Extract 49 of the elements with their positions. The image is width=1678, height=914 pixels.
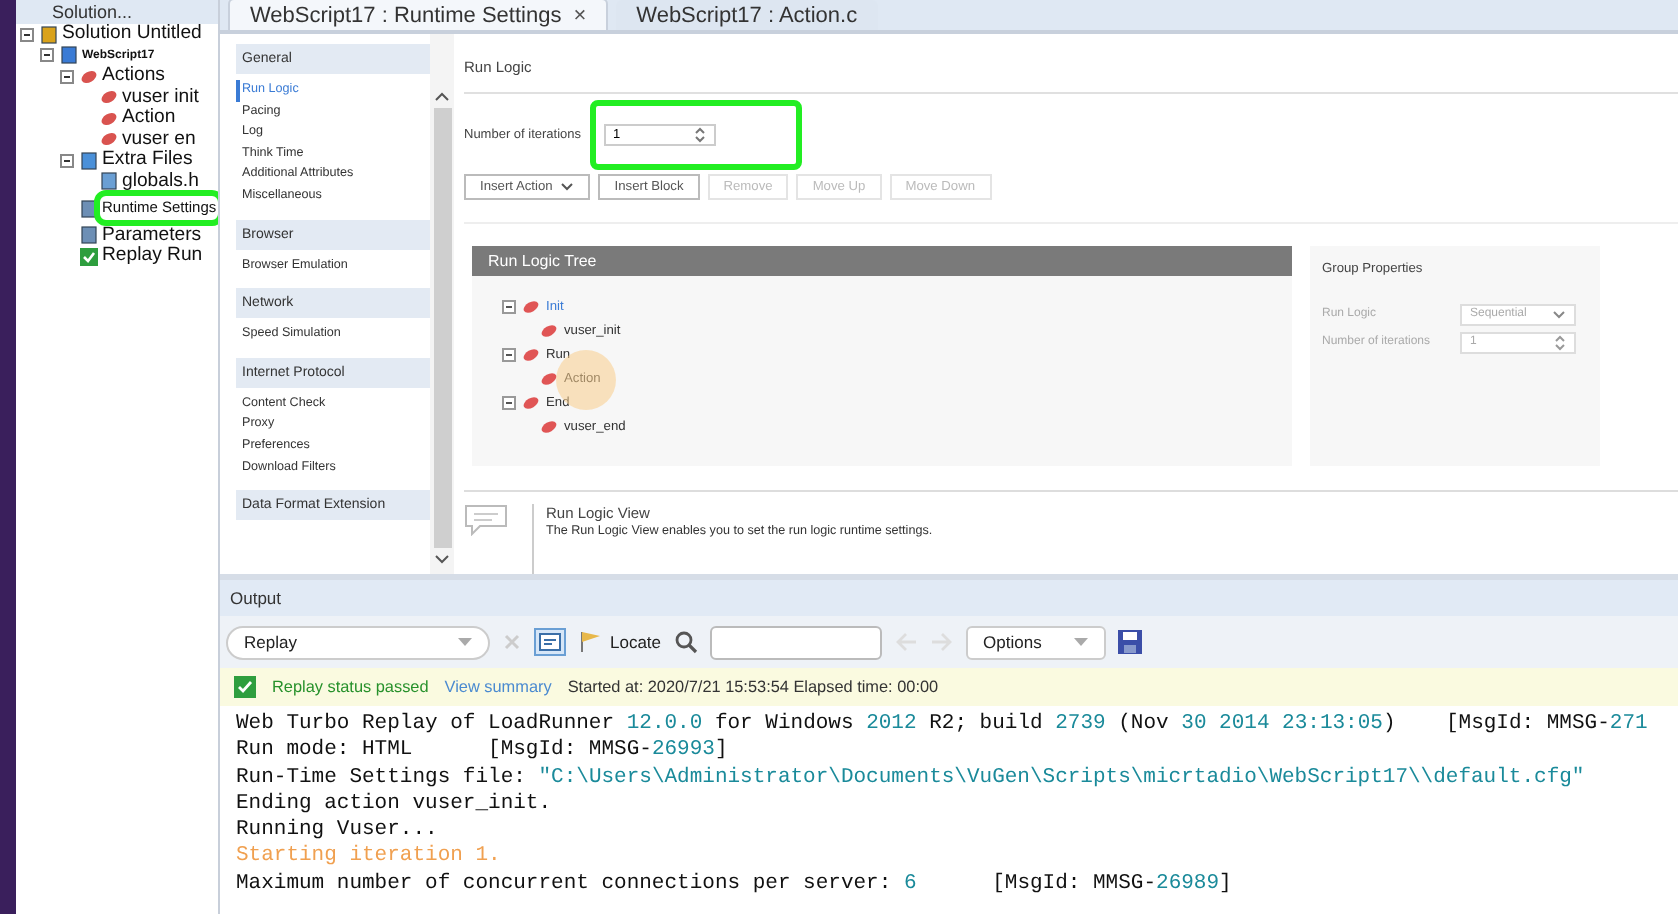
panel-title: Solution... bbox=[50, 2, 133, 22]
tree-item[interactable]: Actions bbox=[102, 66, 165, 87]
tree-item[interactable]: Extra Files bbox=[102, 150, 193, 171]
tree-item[interactable]: vuser en bbox=[122, 129, 196, 150]
check-icon bbox=[80, 247, 98, 266]
collapse-toggle-icon[interactable] bbox=[502, 347, 516, 361]
editor-tab[interactable]: WebScript17 : Runtime Settings × bbox=[228, 0, 609, 30]
log-line: Maximum number of concurrent connections per server: 6 [MsgId: MMSG-26989] bbox=[236, 871, 1234, 899]
collapse-toggle-icon[interactable] bbox=[60, 69, 76, 84]
caret-icon[interactable] bbox=[1552, 309, 1566, 319]
log-line: Running Vuser... bbox=[236, 818, 440, 844]
scrollbar-thumb[interactable] bbox=[433, 108, 451, 548]
search-icon[interactable] bbox=[673, 630, 698, 654]
options-dropdown[interactable]: Options bbox=[965, 625, 1106, 659]
tree-item[interactable]: vuser init bbox=[122, 87, 199, 108]
spinner-arrows-icon[interactable] bbox=[693, 125, 706, 143]
scrollbar[interactable] bbox=[430, 34, 454, 574]
collapse-toggle-icon[interactable] bbox=[40, 48, 56, 63]
log-line: Run mode: HTML [MsgId: MMSG-26993] bbox=[236, 738, 730, 766]
view-toggle-icon[interactable] bbox=[534, 628, 566, 656]
tree-item[interactable]: globals.h bbox=[122, 171, 199, 192]
panel-header: Run Logic Tree bbox=[472, 246, 1292, 276]
spinner-arrows-icon[interactable] bbox=[1554, 333, 1566, 351]
collapse-toggle-icon[interactable] bbox=[60, 153, 76, 168]
speech-bubble-icon bbox=[464, 504, 508, 536]
collapse-toggle-icon[interactable] bbox=[502, 299, 516, 313]
log-line: Ending action vuser_init. bbox=[236, 791, 554, 818]
caret-icon[interactable] bbox=[560, 182, 575, 192]
chevron-down-icon[interactable] bbox=[434, 554, 450, 566]
search-field[interactable] bbox=[709, 625, 882, 659]
collapse-toggle-icon[interactable] bbox=[502, 395, 516, 409]
tree-item[interactable]: Replay Run bbox=[102, 246, 203, 267]
locate-button[interactable]: Locate bbox=[578, 630, 662, 654]
tree-item[interactable]: Solution Untitled bbox=[62, 24, 202, 45]
output-source-dropdown[interactable]: Replay bbox=[226, 625, 490, 659]
close-icon[interactable]: × bbox=[573, 4, 587, 28]
status-text: Replay status passed bbox=[272, 678, 429, 696]
status-text: Started at: 2020/7/21 15:53:54 Elapsed time: 00:00 bbox=[567, 678, 939, 696]
collapse-toggle-icon[interactable] bbox=[20, 27, 36, 42]
log-line: Run-Time Settings file: "C:\Users\Administrator\Documents\VuGen\Scripts\micrtadio\WebScript17\\default.cfg" bbox=[236, 765, 1587, 792]
flag-icon bbox=[578, 630, 602, 654]
save-icon[interactable] bbox=[1117, 630, 1142, 654]
log-line: Web Turbo Replay of LoadRunner 12.0.0 for Windows 2012 R2; build 2739 (Nov 30 2014 23:13:05) [MsgId: MMSG-271 bbox=[236, 712, 1650, 738]
tree-item[interactable]: Action bbox=[122, 108, 176, 129]
chevron-up-icon[interactable] bbox=[434, 90, 450, 102]
check-icon bbox=[234, 676, 256, 698]
panel-title: Output bbox=[230, 588, 282, 608]
log-line: Starting iteration 1. bbox=[236, 844, 503, 872]
tree-item[interactable]: Parameters bbox=[102, 225, 202, 246]
